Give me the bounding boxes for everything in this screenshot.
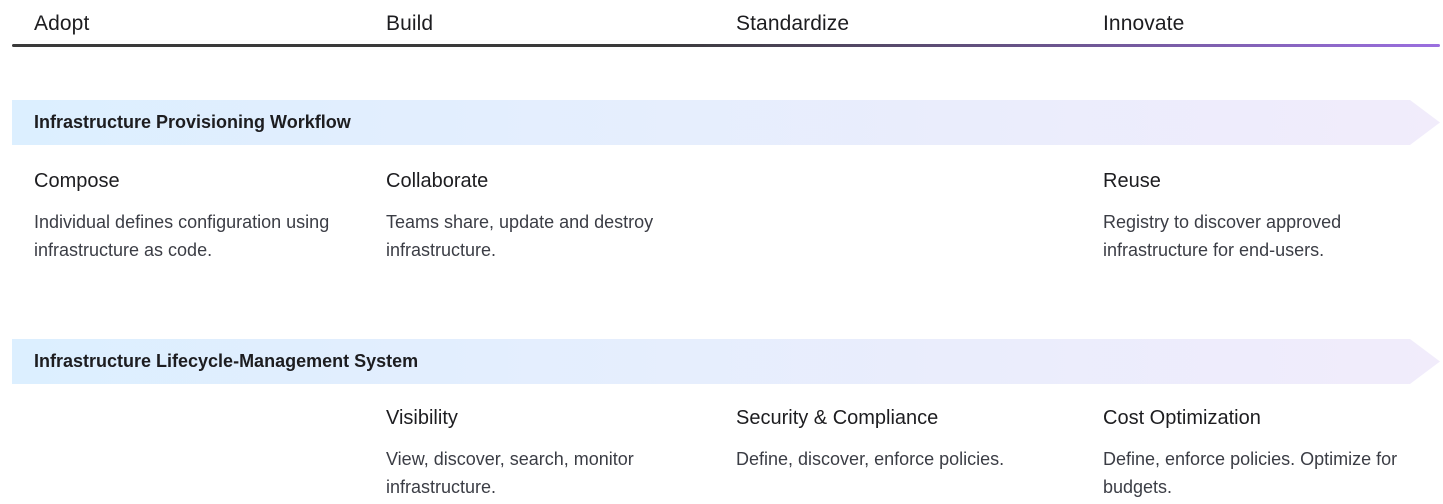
card-description: Registry to discover approved infrastruc… — [1103, 212, 1342, 260]
card-cost-optimization: Cost Optimization Define, enforce polici… — [1103, 405, 1403, 501]
card-heading: Compose — [34, 170, 120, 192]
lifecycle-band-title: Infrastructure Lifecycle-Management Syst… — [34, 351, 419, 371]
card-heading: Visibility — [386, 407, 458, 429]
card-description: Define, discover, enforce policies. — [736, 449, 1005, 469]
card-security-compliance: Security & Compliance Define, discover, … — [736, 405, 1016, 473]
card-description: Define, enforce policies. Optimize for b… — [1103, 449, 1398, 497]
card-heading: Cost Optimization — [1103, 407, 1261, 429]
workflow-band: Infrastructure Provisioning Workflow — [12, 100, 1440, 145]
card-compose: Compose Individual defines configuration… — [34, 168, 354, 264]
card-heading: Security & Compliance — [736, 407, 939, 429]
stage-standardize: Standardize — [736, 12, 850, 35]
card-heading: Collaborate — [386, 170, 489, 192]
card-description: View, discover, search, monitor infrastr… — [386, 449, 634, 497]
card-collaborate: Collaborate Teams share, update and dest… — [386, 168, 676, 264]
card-visibility: Visibility View, discover, search, monit… — [386, 405, 676, 501]
stage-innovate: Innovate — [1103, 12, 1185, 35]
card-reuse: Reuse Registry to discover approved infr… — [1103, 168, 1413, 264]
lifecycle-band: Infrastructure Lifecycle-Management Syst… — [12, 339, 1440, 384]
workflow-band-title: Infrastructure Provisioning Workflow — [34, 112, 351, 132]
card-heading: Reuse — [1103, 170, 1161, 192]
stage-divider-line — [12, 44, 1440, 47]
card-description: Individual defines configuration using i… — [34, 212, 330, 260]
card-description: Teams share, update and destroy infrastr… — [386, 212, 654, 260]
stage-build: Build — [386, 12, 434, 35]
stage-header: Adopt Build Standardize Innovate — [34, 12, 1440, 42]
stage-adopt: Adopt — [34, 12, 90, 35]
